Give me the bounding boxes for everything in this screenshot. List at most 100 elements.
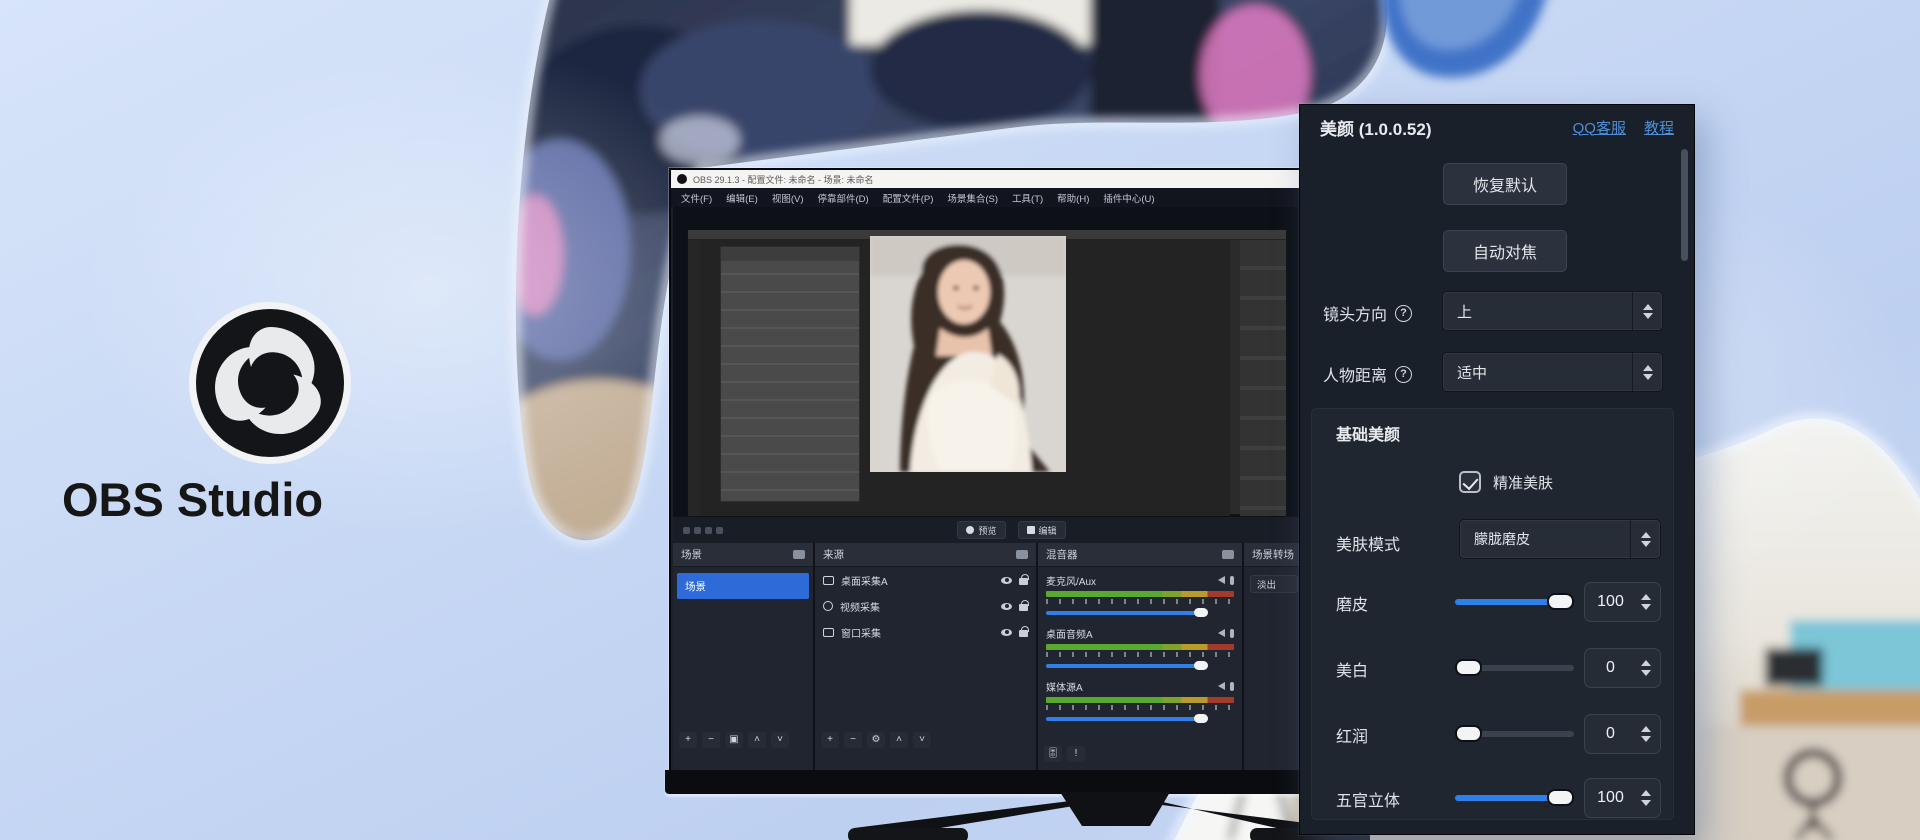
source-properties-button[interactable]: ⚙ — [867, 732, 885, 748]
scene-down-button[interactable]: ˅ — [771, 732, 789, 748]
edit-toggle-label: 编辑 — [1039, 524, 1057, 537]
spin-arrows-icon[interactable] — [1636, 594, 1660, 610]
remove-scene-button[interactable]: − — [702, 732, 720, 748]
person-distance-select[interactable]: 适中 — [1442, 352, 1663, 392]
menu-edit[interactable]: 编辑(E) — [726, 191, 758, 205]
photoshop-panel-header — [721, 247, 859, 261]
camera-direction-value: 上 — [1443, 301, 1632, 322]
lock-icon[interactable] — [1019, 578, 1028, 585]
scene-up-button[interactable]: ˄ — [748, 732, 766, 748]
skin-mode-label: 美肤模式 — [1336, 531, 1400, 555]
dock-menu-icon[interactable] — [1222, 550, 1234, 559]
transition-select[interactable]: 淡出 — [1250, 575, 1298, 593]
dock-menu-icon[interactable] — [1016, 550, 1028, 559]
face-3d-spinbox[interactable]: 100 — [1584, 778, 1661, 818]
smoothing-slider[interactable] — [1455, 599, 1574, 605]
spin-arrows-icon[interactable] — [1636, 790, 1660, 806]
chevron-updown-icon[interactable] — [1632, 292, 1662, 330]
speaker-icon[interactable] — [1218, 629, 1225, 637]
lock-icon[interactable] — [1019, 604, 1028, 611]
volume-slider[interactable] — [1046, 712, 1234, 726]
add-scene-button[interactable]: + — [679, 732, 697, 748]
dock-menu-icon[interactable] — [793, 550, 805, 559]
mixer-alert-button[interactable]: ! — [1067, 746, 1085, 762]
volume-slider[interactable] — [1046, 606, 1234, 620]
source-down-button[interactable]: ˅ — [913, 732, 931, 748]
menu-help[interactable]: 帮助(H) — [1057, 191, 1089, 205]
menu-profile[interactable]: 配置文件(P) — [883, 191, 934, 205]
whitening-slider[interactable] — [1455, 665, 1574, 671]
volume-slider[interactable] — [1046, 659, 1234, 673]
smoothing-spinbox[interactable]: 100 — [1584, 582, 1661, 622]
basic-beauty-title: 基础美颜 — [1336, 421, 1400, 445]
tutorial-link[interactable]: 教程 — [1644, 117, 1674, 138]
precise-skin-checkbox[interactable] — [1459, 471, 1481, 493]
visibility-eye-icon[interactable] — [1001, 629, 1012, 636]
face-3d-slider[interactable] — [1455, 795, 1574, 801]
autofocus-button[interactable]: 自动对焦 — [1443, 230, 1567, 272]
camera-direction-select[interactable]: 上 — [1442, 291, 1663, 331]
preview-toggle-button[interactable]: 预览 — [957, 521, 1005, 539]
spin-arrows-icon[interactable] — [1636, 726, 1660, 742]
help-icon[interactable]: ? — [1395, 366, 1412, 383]
menu-scene-collection[interactable]: 场景集合(S) — [947, 191, 998, 205]
menu-tools[interactable]: 工具(T) — [1012, 191, 1043, 205]
rosy-slider[interactable] — [1455, 731, 1574, 737]
obs-docks: 场景 场景 + − ▣ ˄ ˅ 来源 — [673, 543, 1300, 770]
remove-source-button[interactable]: − — [844, 732, 862, 748]
obs-titlebar[interactable]: OBS 29.1.3 - 配置文件: 未命名 - 场景: 未命名 — [671, 170, 1300, 188]
add-source-button[interactable]: + — [821, 732, 839, 748]
whitening-spinbox[interactable]: 0 — [1584, 648, 1661, 688]
obs-app-icon — [677, 174, 687, 184]
scenes-title: 场景 — [681, 547, 702, 562]
chevron-updown-icon[interactable] — [1632, 353, 1662, 391]
captured-photoshop-window — [687, 229, 1287, 515]
edit-toggle-button[interactable]: 编辑 — [1018, 521, 1066, 539]
photoshop-layers-panel — [720, 246, 860, 502]
qq-support-link[interactable]: QQ客服 — [1573, 117, 1626, 138]
rosy-spinbox[interactable]: 0 — [1584, 714, 1661, 754]
panel-scrollbar[interactable] — [1681, 149, 1688, 261]
visibility-eye-icon[interactable] — [1001, 603, 1012, 610]
obs-logo-icon — [185, 298, 355, 468]
basic-beauty-group: 基础美颜 精准美肤 美肤模式 朦胧磨皮 磨皮 100 美白 — [1311, 408, 1674, 820]
camera-direction-label: 镜头方向 ? — [1323, 301, 1412, 325]
meter-ticks — [1046, 599, 1234, 604]
menu-docks[interactable]: 停靠部件(D) — [817, 191, 868, 205]
mixer-config-button[interactable]: 🎚 — [1044, 746, 1062, 762]
fader-icon[interactable] — [1230, 576, 1234, 585]
source-up-button[interactable]: ˄ — [890, 732, 908, 748]
skin-mode-select[interactable]: 朦胧磨皮 — [1459, 519, 1661, 559]
obs-preview-area[interactable] — [673, 207, 1300, 517]
obs-window: OBS 29.1.3 - 配置文件: 未命名 - 场景: 未命名 文件(F) 编… — [669, 168, 1302, 772]
help-icon[interactable]: ? — [1395, 305, 1412, 322]
fader-icon[interactable] — [1230, 682, 1234, 691]
strip-status-icons — [683, 527, 723, 534]
scene-filters-button[interactable]: ▣ — [725, 732, 743, 748]
menu-plugin-center[interactable]: 插件中心(U) — [1103, 191, 1154, 205]
chevron-updown-icon[interactable] — [1630, 520, 1660, 558]
source-item[interactable]: 桌面采集A — [815, 567, 1036, 593]
edit-mode-icon — [1027, 526, 1035, 534]
lock-icon[interactable] — [1019, 630, 1028, 637]
transitions-title: 场景转场 — [1252, 547, 1294, 562]
rosy-slider-row: 红润 0 — [1312, 714, 1673, 754]
source-item[interactable]: 窗口采集 — [815, 619, 1036, 645]
fader-icon[interactable] — [1230, 629, 1234, 638]
window-capture-icon — [823, 628, 834, 637]
face-3d-label: 五官立体 — [1336, 787, 1400, 811]
menu-view[interactable]: 视图(V) — [772, 191, 804, 205]
menu-file[interactable]: 文件(F) — [681, 191, 712, 205]
spin-arrows-icon[interactable] — [1636, 660, 1660, 676]
visibility-eye-icon[interactable] — [1001, 577, 1012, 584]
sources-dock: 来源 桌面采集A 视频采集 窗口采集 — [815, 543, 1036, 770]
scenes-toolbar: + − ▣ ˄ ˅ — [679, 732, 789, 748]
speaker-icon[interactable] — [1218, 682, 1225, 690]
scene-item-selected[interactable]: 场景 — [677, 573, 809, 599]
sources-title: 来源 — [823, 547, 844, 562]
source-item[interactable]: 视频采集 — [815, 593, 1036, 619]
smoothing-value: 100 — [1585, 593, 1636, 611]
restore-defaults-button[interactable]: 恢复默认 — [1443, 163, 1567, 205]
speaker-icon[interactable] — [1218, 576, 1225, 584]
rosy-value: 0 — [1585, 725, 1636, 743]
